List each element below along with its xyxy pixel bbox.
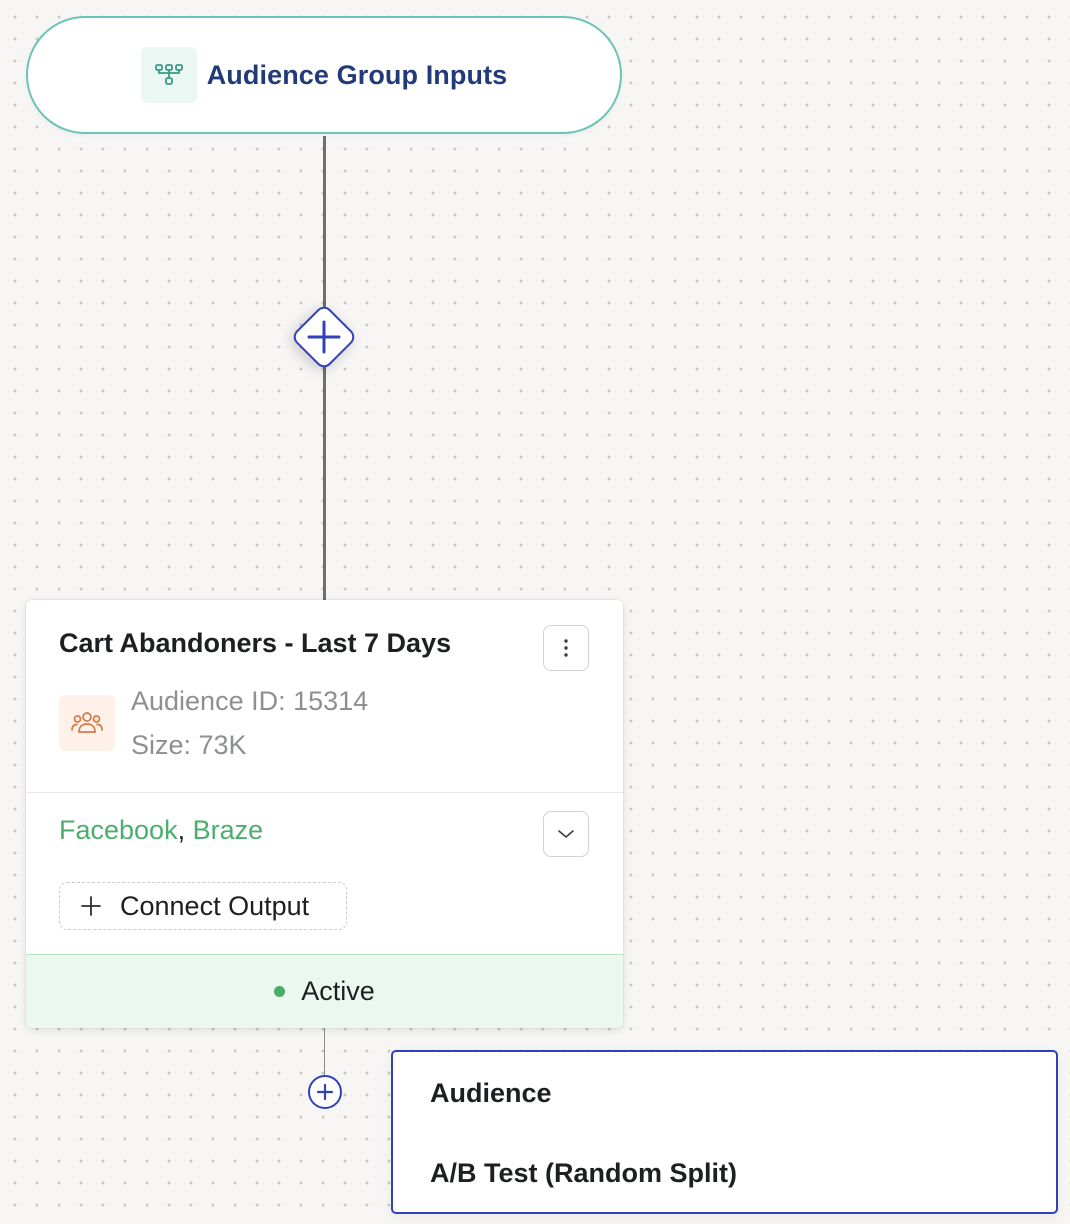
plus-icon [81, 896, 101, 916]
audience-id: Audience ID: 15314 [131, 686, 369, 716]
workflow-canvas[interactable]: Audience Group Inputs Cart Abandoners - … [0, 0, 1070, 1224]
menu-item-ab-test[interactable]: A/B Test (Random Split) [430, 1158, 737, 1189]
status-bar: Active [26, 954, 623, 1028]
connector-line [323, 136, 326, 601]
chevron-down-icon [558, 830, 574, 838]
connector-line-bottom [324, 1028, 325, 1078]
audience-group-inputs-node[interactable]: Audience Group Inputs [26, 16, 622, 134]
audience-title: Cart Abandoners - Last 7 Days [59, 628, 452, 658]
connect-output-button[interactable]: Connect Output [59, 882, 347, 930]
expand-destinations-button[interactable] [543, 811, 589, 857]
connect-output-label: Connect Output [120, 890, 310, 921]
destination-separator: , [177, 815, 193, 845]
audience-card[interactable]: Cart Abandoners - Last 7 Days Audience I… [26, 600, 623, 1028]
card-divider [26, 792, 623, 793]
add-step-button[interactable] [290, 303, 358, 371]
destination-braze[interactable]: Braze [193, 815, 264, 845]
status-dot [274, 986, 286, 997]
destination-list: Facebook, Braze [59, 815, 263, 846]
vertical-dots-icon [564, 639, 568, 657]
hierarchy-icon [140, 47, 197, 103]
add-next-step-button[interactable] [308, 1075, 342, 1109]
add-step-menu: Audience A/B Test (Random Split) [391, 1050, 1058, 1214]
destination-facebook[interactable]: Facebook [59, 815, 178, 845]
status-label: Active [301, 976, 375, 1006]
plus-icon [316, 1083, 334, 1101]
card-menu-button[interactable] [543, 625, 589, 671]
audience-size: Size: 73K [131, 730, 247, 760]
users-icon [59, 695, 115, 751]
node-title: Audience Group Inputs [206, 59, 508, 90]
menu-item-audience[interactable]: Audience [430, 1078, 552, 1109]
